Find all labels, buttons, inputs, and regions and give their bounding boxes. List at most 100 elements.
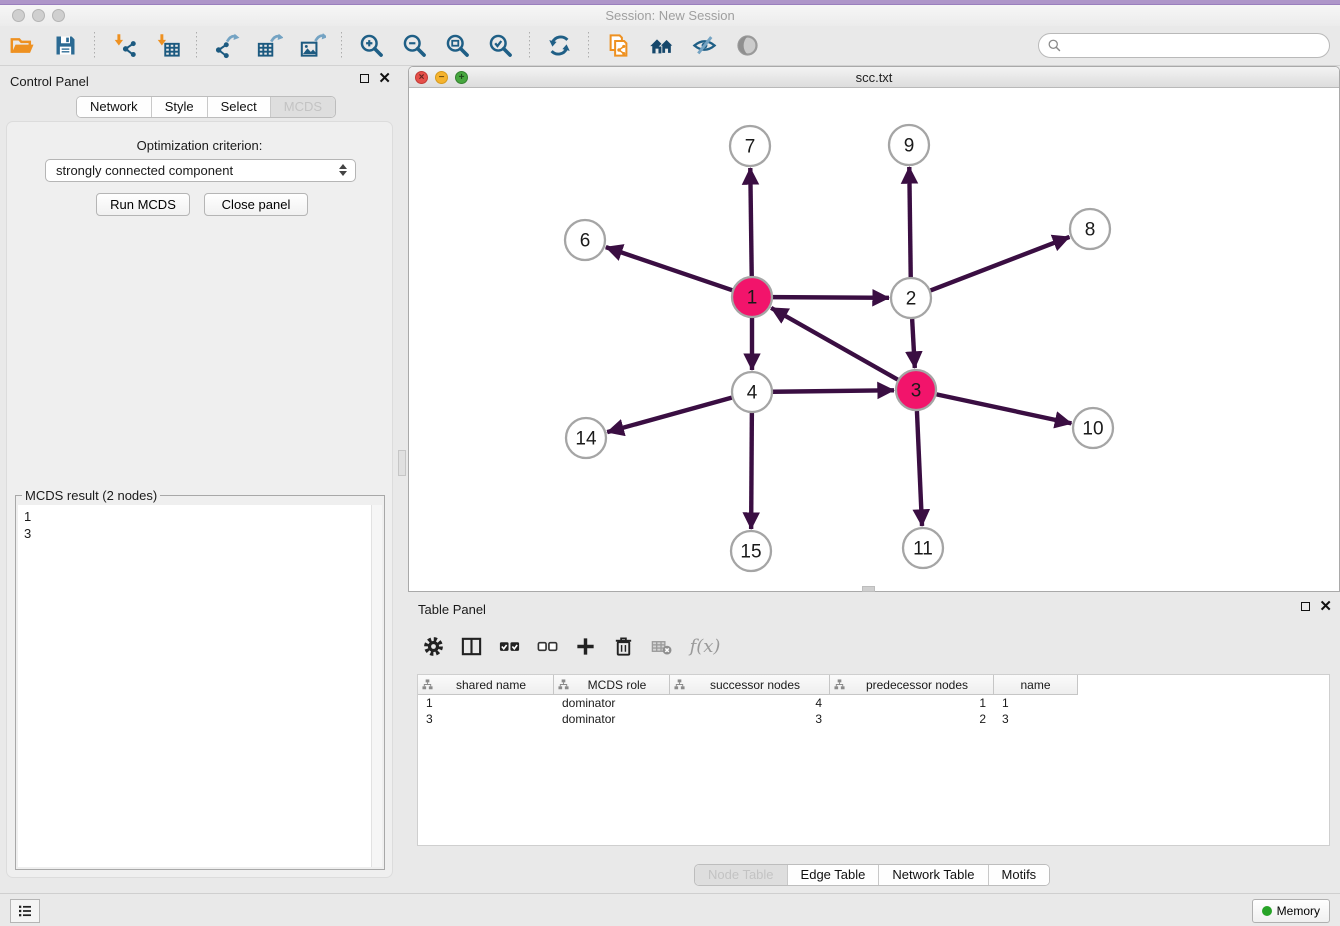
column-type-icon (834, 679, 845, 690)
graph-edge-1-7[interactable] (750, 168, 751, 276)
float-panel-icon[interactable] (360, 74, 369, 83)
tab-node-table[interactable]: Node Table (695, 865, 788, 885)
search-input[interactable] (1067, 37, 1321, 54)
column-label: shared name (433, 678, 549, 692)
clear-checks-button[interactable] (532, 631, 562, 661)
graph-edge-1-6[interactable] (606, 247, 732, 290)
toolbar-separator (588, 32, 589, 60)
graph-edge-2-3[interactable] (912, 319, 915, 368)
graph-edge-3-10[interactable] (937, 394, 1072, 423)
split-columns-button[interactable] (456, 631, 486, 661)
column-header-MCDS-role[interactable]: MCDS role (554, 675, 670, 695)
graph-edge-1-2[interactable] (773, 297, 889, 298)
tab-style[interactable]: Style (152, 97, 208, 117)
table-cell: 1 (830, 695, 994, 711)
column-header-name[interactable]: name (994, 675, 1078, 695)
tab-motifs[interactable]: Motifs (989, 865, 1050, 885)
graph-node-label: 6 (580, 231, 591, 252)
close-panel-button[interactable]: Close panel (204, 193, 308, 216)
memory-button[interactable]: Memory (1252, 899, 1330, 923)
save-session-button[interactable] (48, 29, 82, 63)
duplicate-network-button[interactable] (601, 29, 635, 63)
graph-edge-4-14[interactable] (607, 398, 732, 433)
table-cell: 2 (830, 711, 994, 727)
table-header-row: shared name MCDS role successor nodesprede… (418, 675, 1329, 695)
graph-edge-4-15[interactable] (751, 413, 752, 529)
optimization-dropdown[interactable]: strongly connected component (45, 159, 356, 182)
delete-table-button[interactable] (646, 631, 676, 661)
tab-select[interactable]: Select (208, 97, 271, 117)
table-settings-button[interactable] (418, 631, 448, 661)
graph-edge-2-8[interactable] (931, 237, 1070, 291)
tab-edge-table[interactable]: Edge Table (788, 865, 880, 885)
network-window-title: scc.txt (409, 70, 1339, 85)
export-image-icon (299, 32, 326, 59)
add-column-button[interactable] (570, 631, 600, 661)
column-label: MCDS role (569, 678, 665, 692)
graph-node-label: 9 (904, 136, 915, 157)
zoom-selected-button[interactable] (483, 29, 517, 63)
refresh-icon (546, 32, 573, 59)
zoom-out-button[interactable] (397, 29, 431, 63)
table-row[interactable]: 3dominator323 (418, 711, 1329, 727)
close-table-panel-icon[interactable]: ✕ (1319, 601, 1332, 612)
graph-edge-4-3[interactable] (773, 390, 894, 391)
result-scrollbar[interactable] (371, 505, 382, 867)
mcds-result-box: MCDS result (2 nodes) 1 3 (15, 488, 385, 870)
refresh-button[interactable] (542, 29, 576, 63)
run-mcds-button[interactable]: Run MCDS (96, 193, 190, 216)
export-table-button[interactable] (252, 29, 286, 63)
column-header-successor-nodes[interactable]: successor nodes (670, 675, 830, 695)
memory-label: Memory (1277, 904, 1320, 918)
network-home-button[interactable] (644, 29, 678, 63)
hide-details-button[interactable] (687, 29, 721, 63)
table-row[interactable]: 1dominator411 (418, 695, 1329, 711)
open-session-button[interactable] (5, 29, 39, 63)
toolbar-separator (196, 32, 197, 60)
zoom-fit-button[interactable] (440, 29, 474, 63)
import-table-button[interactable] (150, 29, 184, 63)
export-network-button[interactable] (209, 29, 243, 63)
tab-mcds[interactable]: MCDS (271, 97, 335, 117)
zoom-in-icon (358, 32, 385, 59)
homes-icon (648, 32, 675, 59)
float-table-panel-icon[interactable] (1301, 602, 1310, 611)
table-cell: 4 (670, 695, 830, 711)
search-box[interactable] (1038, 33, 1330, 58)
export-image-button[interactable] (295, 29, 329, 63)
show-details-button[interactable] (730, 29, 764, 63)
network-canvas[interactable]: 1234678910111415 (409, 88, 1339, 591)
tab-network[interactable]: Network (77, 97, 152, 117)
plus-icon (574, 635, 597, 658)
dropdown-value: strongly connected component (56, 163, 233, 178)
trash-icon (612, 635, 635, 658)
main-titlebar: Session: New Session (0, 5, 1340, 26)
graph-edge-3-11[interactable] (917, 411, 922, 526)
graph-node-label: 2 (906, 289, 917, 310)
table-cell: dominator (554, 695, 670, 711)
graph-node-label: 1 (747, 288, 758, 309)
zoom-in-button[interactable] (354, 29, 388, 63)
column-header-predecessor-nodes[interactable]: predecessor nodes (830, 675, 994, 695)
vertical-split-handle[interactable] (398, 450, 406, 476)
select-checks-button[interactable] (494, 631, 524, 661)
task-history-button[interactable] (10, 899, 40, 923)
tab-network-table[interactable]: Network Table (879, 865, 988, 885)
graph-edge-2-9[interactable] (909, 167, 910, 277)
optimization-label: Optimization criterion: (7, 138, 392, 153)
status-bar: Memory (0, 893, 1340, 926)
function-builder-button[interactable]: f(x) (684, 631, 726, 661)
close-panel-icon[interactable]: ✕ (378, 73, 391, 84)
graph-edge-3-1[interactable] (771, 308, 898, 380)
import-table-icon (154, 32, 181, 59)
column-header-shared-name[interactable]: shared name (418, 675, 554, 695)
horizontal-split-handle[interactable] (862, 586, 875, 592)
dropdown-arrows-icon (339, 164, 347, 176)
table-cell: 3 (994, 711, 1078, 727)
column-label: name (998, 678, 1073, 692)
control-panel-title: Control Panel (10, 74, 89, 89)
import-network-button[interactable] (107, 29, 141, 63)
delete-column-button[interactable] (608, 631, 638, 661)
table-cell: 1 (994, 695, 1078, 711)
table-panel-header: Table Panel ✕ (408, 596, 1340, 622)
